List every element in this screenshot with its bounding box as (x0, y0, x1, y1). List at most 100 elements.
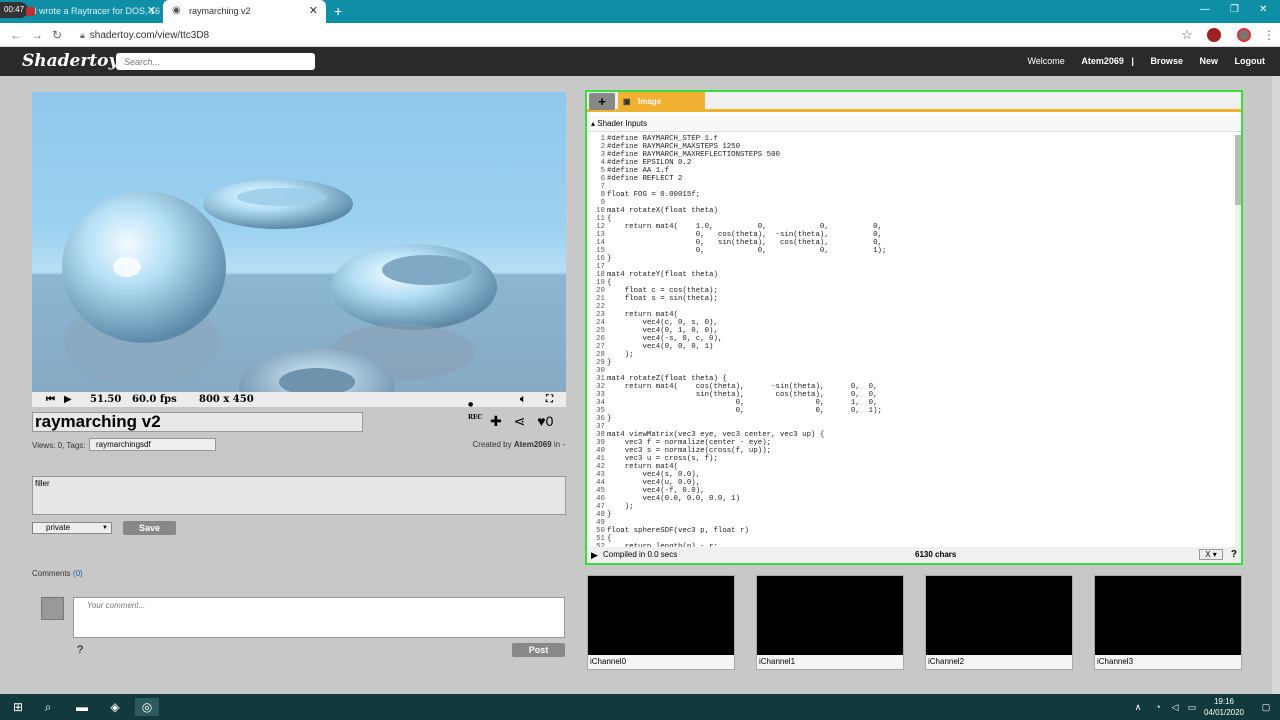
code-line[interactable]: 2 #define RAYMARCH_MAXSTEPS 1250 (587, 143, 1241, 151)
code-line[interactable]: 33 sin(theta), cos(theta), 0, 0, (587, 391, 1241, 399)
code-line[interactable]: 6 #define REFLECT 2 (587, 175, 1241, 183)
code-line[interactable]: 10 mat4 rotateX(float theta) (587, 207, 1241, 215)
code-line[interactable]: 14 0, sin(theta), cos(theta), 0, (587, 239, 1241, 247)
discord-icon[interactable]: ◈ (103, 698, 127, 716)
code-line[interactable]: 43 vec4(s, 0.0), (587, 471, 1241, 479)
channel-1[interactable]: iChannel1 (756, 575, 904, 670)
code-line[interactable]: 27 vec4(0, 0, 0, 1) (587, 343, 1241, 351)
code-line[interactable]: 11{ (587, 215, 1241, 223)
code-line[interactable]: 4 #define EPSILON 0.2 (587, 159, 1241, 167)
nav-new[interactable]: New (1199, 56, 1218, 66)
editor-help-icon[interactable]: ? (1231, 547, 1237, 563)
code-line[interactable]: 51{ (587, 535, 1241, 543)
code-line[interactable]: 3 #define RAYMARCH_MAXREFLECTIONSTEPS 500 (587, 151, 1241, 159)
code-line[interactable]: 32 return mat4( cos(theta), -sin(theta),… (587, 383, 1241, 391)
browser-menu-icon[interactable]: ⋮ (1263, 27, 1275, 43)
code-line[interactable]: 7 (587, 183, 1241, 191)
taskbar-clock[interactable]: 19:16 04/01/2020 (1204, 696, 1244, 718)
code-line[interactable]: 37 (587, 423, 1241, 431)
add-to-playlist-icon[interactable]: ✚ (490, 413, 502, 429)
code-line[interactable]: 36} (587, 415, 1241, 423)
code-line[interactable]: 30 (587, 367, 1241, 375)
code-line[interactable]: 26 vec4(-s, 0, c, 0), (587, 335, 1241, 343)
code-line[interactable]: 49 (587, 519, 1241, 527)
code-line[interactable]: 35 0, 0, 0, 1); (587, 407, 1241, 415)
comment-input[interactable]: Your comment... (73, 597, 565, 638)
shader-inputs-toggle[interactable]: ▴ Shader Inputs (587, 116, 1241, 132)
editor-scrollbar[interactable] (1235, 135, 1241, 547)
code-line[interactable]: 29} (587, 359, 1241, 367)
browser-tab-raytracer[interactable]: 00:47 I wrote a Raytracer for DOS, 16 V … (0, 0, 160, 23)
code-line[interactable]: 38 mat4 viewMatrix(vec3 eye, vec3 center,… (587, 431, 1241, 439)
chrome-icon[interactable]: ◎ (135, 698, 159, 716)
like-heart-icon[interactable]: ♥ (537, 413, 545, 429)
rewind-icon[interactable]: ⏮ (46, 393, 55, 406)
close-tab-icon[interactable]: ✕ (147, 0, 156, 23)
save-button[interactable]: Save (123, 521, 176, 535)
restore-icon[interactable]: ❐ (1230, 0, 1239, 20)
code-line[interactable]: 41 vec3 u = cross(s, f); (587, 455, 1241, 463)
url-field[interactable]: 🔒︎ shadertoy.com/view/ttc3D8 (80, 27, 209, 44)
code-line[interactable]: 24 vec4(c, 0, s, 0), (587, 319, 1241, 327)
scrollbar-thumb[interactable] (1235, 135, 1241, 205)
code-line[interactable]: 34 0, 0, 1, 0, (587, 399, 1241, 407)
reload-icon[interactable]: ↻ (52, 27, 62, 43)
code-line[interactable]: 18 mat4 rotateY(float theta) (587, 271, 1241, 279)
profile-avatar-icon[interactable] (1237, 28, 1251, 42)
code-line[interactable]: 42 return mat4( (587, 463, 1241, 471)
code-line[interactable]: 40 vec3 s = normalize(cross(f, up)); (587, 447, 1241, 455)
code-line[interactable]: 48} (587, 511, 1241, 519)
search-input[interactable] (116, 53, 315, 70)
post-button[interactable]: Post (512, 643, 565, 657)
notifications-icon[interactable]: ▢ (1254, 698, 1278, 716)
nav-browse[interactable]: Browse (1150, 56, 1183, 66)
username-link[interactable]: Atem2069 (1081, 56, 1124, 66)
windows-start-icon[interactable]: ⊞ (6, 698, 30, 716)
bookmark-star-icon[interactable]: ☆ (1181, 27, 1193, 43)
play-icon[interactable]: ▶ (64, 393, 72, 406)
code-line[interactable]: 45 vec4(-f, 0.0), (587, 487, 1241, 495)
record-button[interactable]: ● REC (468, 398, 482, 424)
volume-icon[interactable]: 🔈︎ (520, 393, 526, 406)
code-line[interactable]: 31 mat4 rotateZ(float theta) { (587, 375, 1241, 383)
shadertoy-logo[interactable]: Shadertoy (22, 51, 118, 71)
code-line[interactable]: 19{ (587, 279, 1241, 287)
minimize-icon[interactable]: — (1200, 0, 1210, 20)
code-line[interactable]: 22 (587, 303, 1241, 311)
channel-2[interactable]: iChannel2 (925, 575, 1073, 670)
new-tab-icon[interactable]: + (334, 0, 342, 23)
channel-0[interactable]: iChannel0 (587, 575, 735, 670)
ublock-extension-icon[interactable] (1207, 28, 1221, 42)
shader-render-canvas[interactable] (32, 92, 566, 392)
battery-icon[interactable]: ▭ (1180, 698, 1204, 716)
description-textarea[interactable]: filler (32, 476, 566, 515)
add-tab-button[interactable]: + (589, 93, 615, 110)
close-window-icon[interactable]: ✕ (1259, 0, 1267, 20)
close-tab-icon[interactable]: ✕ (309, 0, 318, 23)
back-icon[interactable]: ← (10, 27, 22, 43)
browser-tab-raymarching[interactable]: ◉ raymarching v2 ✕ (163, 0, 326, 23)
code-line[interactable]: 39 vec3 f = normalize(center - eye); (587, 439, 1241, 447)
code-line[interactable]: 9 (587, 199, 1241, 207)
share-icon[interactable]: ⋖ (514, 413, 526, 429)
page-scrollbar[interactable] (1272, 76, 1280, 694)
code-line[interactable]: 25 vec4(0, 1, 0, 0), (587, 327, 1241, 335)
code-line[interactable]: 50 float sphereSDF(vec3 p, float r) (587, 527, 1241, 535)
nav-logout[interactable]: Logout (1235, 56, 1266, 66)
code-line[interactable]: 28 ); (587, 351, 1241, 359)
code-line[interactable]: 5 #define AA 1.f (587, 167, 1241, 175)
compile-play-icon[interactable]: ▶ (591, 547, 598, 563)
code-area[interactable]: 1 #define RAYMARCH_STEP 1.f 2 #define RAYMA… (587, 135, 1241, 547)
search-icon[interactable]: ⌕ (36, 698, 60, 716)
fullscreen-icon[interactable]: ⛶ (546, 393, 553, 406)
help-link[interactable]: ? (77, 644, 83, 656)
close-dropdown[interactable]: X ▾ (1199, 549, 1223, 560)
channel-3[interactable]: iChannel3 (1094, 575, 1242, 670)
file-explorer-icon[interactable]: ▬ (70, 698, 94, 716)
code-line[interactable]: 23 return mat4( (587, 311, 1241, 319)
code-line[interactable]: 13 0, cos(theta), -sin(theta), 0, (587, 231, 1241, 239)
tags-input[interactable]: raymarchingsdf (89, 438, 216, 451)
code-line[interactable]: 15 0, 0, 0, 1); (587, 247, 1241, 255)
code-line[interactable]: 46 vec4(0.0, 0.0, 0.0, 1) (587, 495, 1241, 503)
code-line[interactable]: 1 #define RAYMARCH_STEP 1.f (587, 135, 1241, 143)
